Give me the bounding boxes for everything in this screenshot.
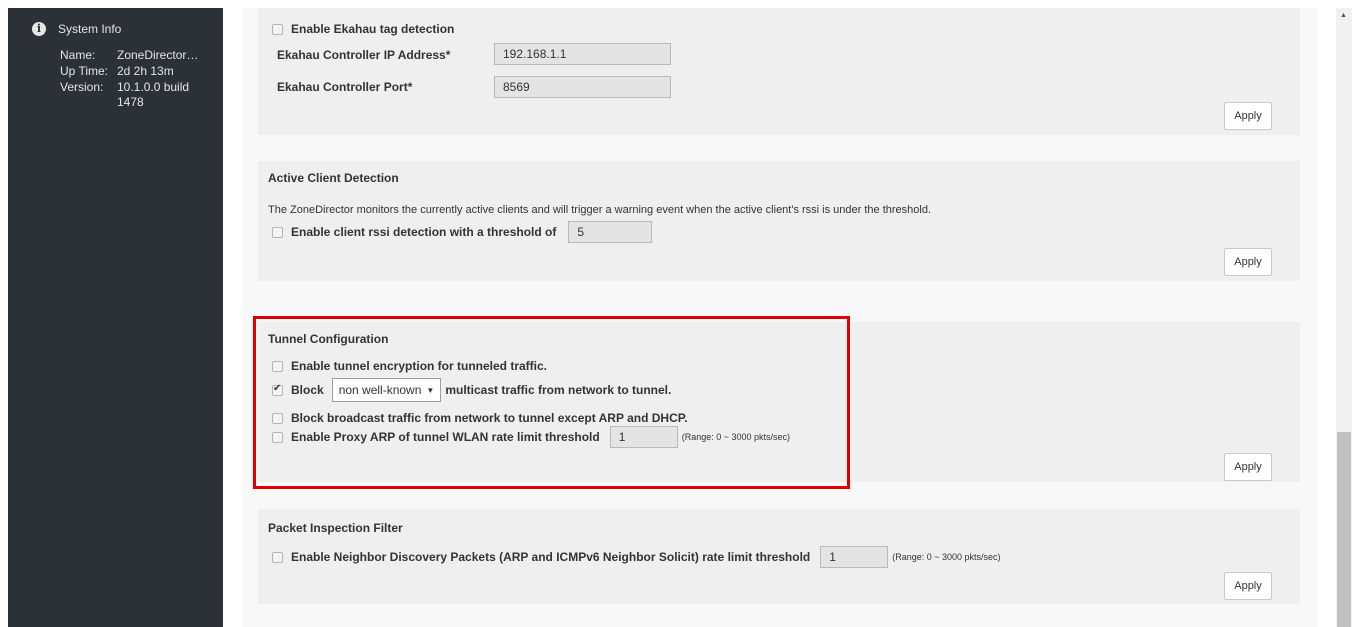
scrollbar-thumb[interactable]: [1337, 432, 1351, 627]
rssi-detection-row: Enable client rssi detection with a thre…: [272, 221, 653, 243]
neighbor-discovery-checkbox[interactable]: [272, 551, 283, 563]
rssi-threshold-input[interactable]: 5: [568, 221, 653, 243]
sysinfo-value: ZoneDirector…: [117, 48, 199, 62]
ekahau-enable-checkbox[interactable]: [272, 23, 283, 35]
scroll-up-icon[interactable]: ▲: [1340, 12, 1347, 19]
system-info-header: i System Info: [32, 22, 121, 36]
neighbor-discovery-label: Enable Neighbor Discovery Packets (ARP a…: [291, 550, 811, 564]
rssi-detection-label: Enable client rssi detection with a thre…: [291, 225, 557, 239]
neighbor-discovery-threshold-input[interactable]: 1: [820, 546, 889, 568]
top-strip: [0, 0, 1352, 8]
ekahau-enable-label: Enable Ekahau tag detection: [291, 22, 455, 36]
ekahau-ip-input[interactable]: 192.168.1.1: [494, 43, 671, 65]
vertical-scrollbar[interactable]: ▲: [1336, 8, 1352, 627]
tunnel-highlight-box: [253, 316, 850, 489]
ekahau-panel: Enable Ekahau tag detection Ekahau Contr…: [258, 8, 1300, 135]
neighbor-discovery-row: Enable Neighbor Discovery Packets (ARP a…: [272, 546, 1001, 568]
packet-apply-button[interactable]: Apply: [1224, 572, 1272, 600]
sysinfo-key: Up Time:: [60, 64, 109, 78]
sysinfo-value: 10.1.0.0 build 1478: [117, 80, 190, 109]
neighbor-discovery-range: (Range: 0 ~ 3000 pkts/sec): [892, 552, 1001, 562]
ekahau-apply-button[interactable]: Apply: [1224, 102, 1272, 130]
active-client-apply-button[interactable]: Apply: [1224, 248, 1272, 276]
packet-inspection-title: Packet Inspection Filter: [268, 521, 403, 535]
sysinfo-row-uptime: Up Time: 2d 2h 13m: [60, 64, 207, 79]
sysinfo-row-name: Name: ZoneDirector…: [60, 48, 207, 63]
active-client-title: Active Client Detection: [268, 171, 399, 185]
sysinfo-key: Version:: [60, 80, 104, 94]
sysinfo-value: 2d 2h 13m: [117, 64, 174, 78]
ekahau-port-input[interactable]: 8569: [494, 76, 671, 98]
packet-inspection-panel: Packet Inspection Filter Enable Neighbor…: [258, 509, 1300, 604]
rssi-detection-checkbox[interactable]: [272, 226, 283, 238]
sysinfo-key: Name:: [60, 48, 96, 62]
system-info-title: System Info: [58, 22, 122, 36]
info-icon: i: [32, 22, 46, 36]
ekahau-enable-row: Enable Ekahau tag detection: [272, 22, 454, 36]
sidebar: i System Info Name: ZoneDirector… Up Time…: [8, 8, 223, 627]
active-client-description: The ZoneDirector monitors the currently …: [268, 204, 932, 216]
ekahau-port-label: Ekahau Controller Port*: [277, 80, 413, 94]
tunnel-apply-button[interactable]: Apply: [1224, 453, 1272, 481]
sysinfo-row-version: Version: 10.1.0.0 build 1478: [60, 80, 207, 110]
ekahau-ip-label: Ekahau Controller IP Address*: [277, 48, 451, 62]
active-client-panel: Active Client Detection The ZoneDirector…: [258, 161, 1300, 281]
